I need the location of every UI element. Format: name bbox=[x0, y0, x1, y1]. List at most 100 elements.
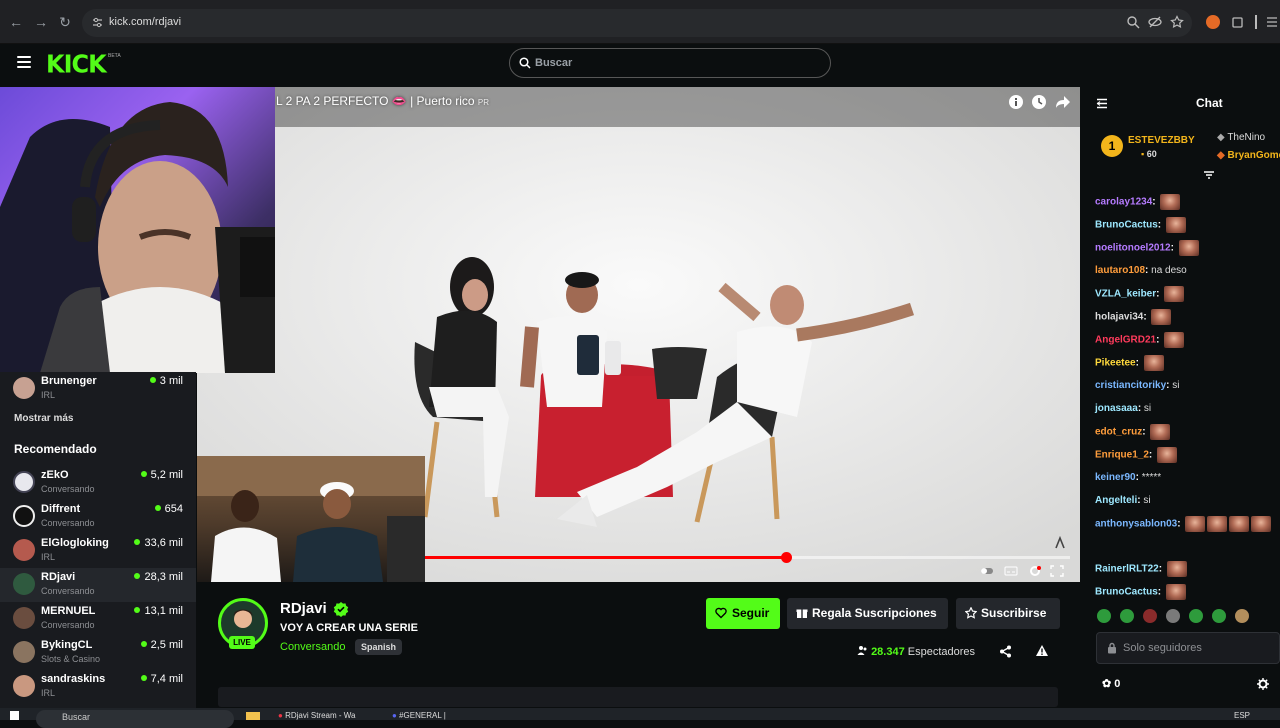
sidebar-item-zeko[interactable]: zEkO Conversando 5,2 mil bbox=[0, 466, 196, 500]
language-tag[interactable]: Spanish bbox=[355, 639, 403, 655]
emote-icon[interactable] bbox=[1143, 609, 1157, 623]
chat-username[interactable]: carolay1234 bbox=[1095, 197, 1152, 208]
info-icon[interactable] bbox=[1008, 94, 1024, 110]
channel-points[interactable]: ✿ 0 bbox=[1102, 677, 1120, 690]
share-icon[interactable] bbox=[999, 645, 1012, 658]
leaderboard-second-user[interactable]: ◆ TheNino bbox=[1217, 132, 1265, 143]
sidebar-item-category: IRL bbox=[41, 552, 56, 562]
sidebar-item-mernuel[interactable]: MERNUEL Conversando 13,1 mil bbox=[0, 602, 196, 636]
sidebar-item-viewers: 5,2 mil bbox=[140, 469, 183, 481]
gift-subscriptions-button[interactable]: Regala Suscripciones bbox=[787, 598, 948, 629]
chat-username[interactable]: edot_cruz bbox=[1095, 427, 1142, 438]
menu-icon[interactable] bbox=[1265, 15, 1279, 29]
follow-button[interactable]: Seguir bbox=[706, 598, 780, 629]
discord-icon: ● bbox=[392, 711, 397, 720]
search-input[interactable]: Buscar bbox=[509, 48, 831, 78]
fullscreen-icon[interactable] bbox=[1050, 565, 1064, 577]
site-info-icon[interactable] bbox=[92, 17, 103, 28]
subscribe-button[interactable]: Suscribirse bbox=[956, 598, 1060, 629]
stream-category-link[interactable]: Conversando bbox=[280, 641, 345, 653]
sidebar-item-viewers: 3 mil bbox=[149, 375, 183, 387]
gift-count-icon: ▪ bbox=[1141, 149, 1145, 159]
file-explorer-icon[interactable] bbox=[246, 712, 260, 720]
chat-username[interactable]: jonasaaa bbox=[1095, 403, 1138, 414]
settings-icon[interactable] bbox=[1028, 565, 1042, 577]
chat-username[interactable]: keiner90 bbox=[1095, 472, 1136, 483]
report-icon[interactable] bbox=[1035, 644, 1049, 657]
chat-username[interactable]: anthonysablon03 bbox=[1095, 519, 1177, 530]
sidebar-item-bykingcl[interactable]: BykingCL Slots & Casino 2,5 mil bbox=[0, 636, 196, 670]
show-more-link[interactable]: Mostrar más bbox=[14, 413, 73, 424]
puzzle-icon[interactable] bbox=[1231, 15, 1245, 29]
chat-username[interactable]: holajavi34 bbox=[1095, 312, 1143, 323]
chat-username[interactable]: BrunoCactus bbox=[1095, 220, 1158, 231]
sidebar-item-name: Brunenger bbox=[41, 375, 97, 387]
sidebar-item-sandraskins[interactable]: sandraskins IRL 7,4 mil bbox=[0, 670, 196, 704]
chat-username[interactable]: AngelGRD21 bbox=[1095, 335, 1156, 346]
channel-name[interactable]: RDjavi bbox=[280, 600, 327, 617]
collapse-chat-icon[interactable] bbox=[1096, 98, 1108, 109]
chat-username[interactable]: RainerlRLT22 bbox=[1095, 564, 1159, 575]
eye-off-icon[interactable] bbox=[1148, 15, 1162, 29]
emote-icon[interactable] bbox=[1235, 609, 1249, 623]
chat-input-placeholder: Solo seguidores bbox=[1123, 642, 1202, 654]
kick-logo[interactable]: KICK bbox=[46, 49, 107, 78]
chat-username[interactable]: noelitonoel2012 bbox=[1095, 243, 1171, 254]
taskbar-search[interactable]: Buscar bbox=[36, 710, 234, 728]
autoplay-toggle-icon[interactable] bbox=[980, 566, 994, 576]
pinned-expand-icon[interactable] bbox=[1203, 171, 1215, 181]
video-progress-bar[interactable] bbox=[424, 552, 1070, 563]
taskbar-language[interactable]: ESP bbox=[1234, 711, 1250, 720]
chat-username[interactable]: Enrique1_2 bbox=[1095, 450, 1149, 461]
hamburger-menu-icon[interactable] bbox=[17, 56, 31, 68]
sidebar-item-brunenger[interactable]: Brunenger IRL 3 mil bbox=[0, 372, 196, 406]
chat-username[interactable]: lautaro108 bbox=[1095, 265, 1145, 276]
left-sidebar: Brunenger IRL 3 mil Mostrar más Recomend… bbox=[0, 372, 196, 712]
emote-icon[interactable] bbox=[1120, 609, 1134, 623]
gift-icon bbox=[796, 609, 808, 618]
divider bbox=[1255, 15, 1257, 29]
heart-icon bbox=[715, 607, 727, 619]
chat-message-text: si bbox=[1172, 380, 1180, 391]
chat-input[interactable]: Solo seguidores bbox=[1096, 632, 1280, 664]
emote-icon[interactable] bbox=[1212, 609, 1226, 623]
sidebar-item-elglogloking[interactable]: ElGlogloking IRL 33,6 mil bbox=[0, 534, 196, 568]
chat-username[interactable]: cristiancitoriky bbox=[1095, 380, 1166, 391]
zoom-icon[interactable] bbox=[1126, 15, 1140, 29]
leaderboard-third-user[interactable]: ◆ BryanGomez bbox=[1217, 150, 1280, 161]
chat-username[interactable]: Angelteli bbox=[1095, 495, 1137, 506]
chat-emote-icon bbox=[1151, 309, 1172, 325]
chat-settings-icon[interactable] bbox=[1257, 678, 1269, 690]
site-header: KICK BETA Buscar bbox=[0, 44, 1280, 86]
taskbar-task-browser[interactable]: ● RDjavi Stream - Wa bbox=[278, 711, 355, 720]
clock-icon[interactable] bbox=[1031, 94, 1047, 110]
sidebar-item-category: Conversando bbox=[41, 518, 95, 528]
chat-emote-icon bbox=[1150, 424, 1171, 440]
video-progress-knob[interactable] bbox=[780, 552, 792, 563]
subtitles-icon[interactable] bbox=[1004, 566, 1018, 576]
emote-icon[interactable] bbox=[1166, 609, 1180, 623]
bookmark-star-icon[interactable] bbox=[1170, 15, 1184, 29]
chat-emote-icon bbox=[1166, 561, 1187, 577]
reload-icon[interactable]: ↻ bbox=[57, 14, 73, 30]
leaderboard-top-user[interactable]: ESTEVEZBBY bbox=[1128, 135, 1195, 146]
emote-icon[interactable] bbox=[1097, 609, 1111, 623]
chat-username[interactable]: VZLA_keiber bbox=[1095, 289, 1156, 300]
taskbar-task-discord[interactable]: ● #GENERAL | bbox=[392, 711, 446, 720]
back-icon[interactable]: ← bbox=[8, 14, 24, 30]
share-video-icon[interactable] bbox=[1055, 95, 1071, 109]
address-bar[interactable]: kick.com/rdjavi bbox=[82, 9, 1192, 37]
extension-icon[interactable] bbox=[1206, 15, 1220, 29]
sidebar-item-rdjavi[interactable]: RDjavi Conversando 28,3 mil bbox=[0, 568, 196, 602]
chat-username[interactable]: BrunoCactus bbox=[1095, 587, 1158, 598]
windows-start-icon[interactable] bbox=[10, 711, 19, 720]
emote-icon[interactable] bbox=[1189, 609, 1203, 623]
chat-separator: : bbox=[1157, 586, 1164, 598]
sidebar-item-diffrent[interactable]: Diffrent Conversando 654 bbox=[0, 500, 196, 534]
watermark-icon bbox=[1055, 536, 1065, 549]
sidebar-item-name: Diffrent bbox=[41, 503, 81, 515]
sidebar-item-name: sandraskins bbox=[41, 673, 106, 685]
sidebar-item-category: IRL bbox=[41, 390, 56, 400]
chat-username[interactable]: Pikeetee bbox=[1095, 358, 1136, 369]
forward-icon[interactable]: → bbox=[33, 14, 49, 30]
